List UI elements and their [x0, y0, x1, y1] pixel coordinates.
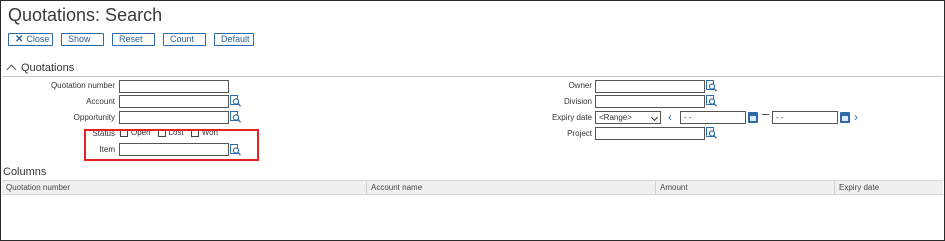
close-icon: ✕ [15, 34, 24, 45]
opportunity-label: Opportunity [73, 113, 115, 122]
quotations-section-toggle[interactable]: Quotations [6, 62, 75, 75]
section-divider [2, 76, 943, 77]
column-header[interactable]: Quotation number [2, 181, 367, 194]
owner-input[interactable] [595, 80, 705, 93]
expiry-date-label: Expiry date [551, 113, 592, 122]
lookup-icon[interactable] [706, 95, 717, 107]
lookup-icon[interactable] [706, 80, 717, 92]
expiry-range-select[interactable]: <Range> [595, 111, 661, 124]
quotation-number-input[interactable] [119, 80, 229, 93]
column-header[interactable]: Account name [367, 181, 656, 194]
chevron-down-icon [650, 113, 659, 122]
close-button-label: Close [26, 34, 50, 44]
lookup-icon[interactable] [706, 127, 717, 139]
section-title: Quotations [21, 62, 75, 74]
account-input[interactable] [119, 95, 229, 108]
range-separator [762, 114, 769, 115]
opportunity-input[interactable] [119, 111, 229, 124]
project-label: Project [567, 129, 592, 138]
project-input[interactable] [595, 127, 705, 140]
owner-label: Owner [568, 81, 592, 90]
division-input[interactable] [595, 95, 705, 108]
reset-button[interactable]: Reset [112, 33, 155, 46]
default-button[interactable]: Default [214, 33, 254, 46]
expiry-to-input[interactable]: - - [772, 111, 838, 124]
highlight-box [84, 129, 259, 161]
close-button[interactable]: ✕ Close [8, 33, 53, 46]
calendar-icon[interactable] [840, 112, 850, 123]
page-title: Quotations: Search [8, 5, 163, 25]
quotation-number-label: Quotation number [50, 81, 115, 90]
chevron-up-icon [6, 64, 17, 75]
show-button[interactable]: Show [61, 33, 104, 46]
lookup-icon[interactable] [230, 95, 241, 107]
toolbar: ✕ Close Show Reset Count Default [8, 33, 254, 46]
account-label: Account [86, 97, 115, 106]
column-header[interactable]: Amount [656, 181, 835, 194]
columns-header-row: Quotation number Account name Amount Exp… [2, 180, 943, 195]
column-header[interactable]: Expiry date [835, 181, 943, 194]
expiry-from-input[interactable]: - - [680, 111, 746, 124]
chevron-right-icon[interactable]: › [854, 111, 858, 123]
chevron-left-icon[interactable]: ‹ [668, 111, 672, 123]
columns-title: Columns [3, 166, 47, 178]
division-label: Division [563, 97, 592, 106]
calendar-icon[interactable] [748, 112, 758, 123]
count-button[interactable]: Count [163, 33, 206, 46]
lookup-icon[interactable] [230, 111, 241, 123]
expiry-range-value: <Range> [599, 113, 632, 122]
